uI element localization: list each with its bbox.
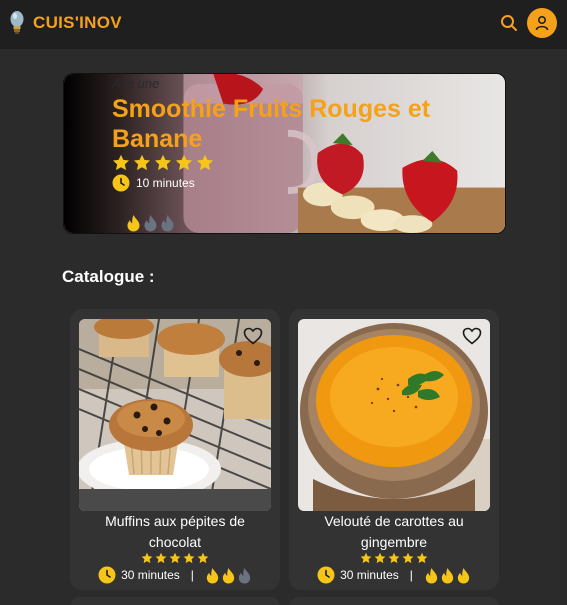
featured-difficulty [126, 214, 175, 232]
featured-title: Smoothie Fruits Rouges et Banane [112, 95, 431, 153]
heart-icon [243, 327, 263, 345]
meta-separator: | [190, 568, 194, 582]
carrot-soup-photo [298, 319, 490, 511]
recipe-title: Muffins aux pépites de chocolat [105, 513, 245, 550]
brand-name: CUIS'INOV [33, 13, 122, 32]
favorite-button[interactable] [243, 327, 263, 345]
star-icon [154, 154, 172, 171]
recipe-time: 30 minutes [121, 568, 180, 582]
recipe-card[interactable]: Velouté de carottes au gingembre 30 minu… [289, 309, 499, 590]
star-icon [133, 154, 151, 171]
flame-icon [206, 567, 219, 584]
brand[interactable]: CUIS'INOV [9, 10, 122, 36]
top-bar: CUIS'INOV [0, 0, 567, 49]
star-icon [169, 552, 181, 564]
recipe-card[interactable] [289, 597, 499, 605]
star-icon [196, 154, 214, 171]
featured-kicker: A la une [112, 76, 160, 91]
flame-icon [144, 215, 157, 232]
flame-icon [222, 567, 235, 584]
flame-icon [441, 567, 454, 584]
search-icon [501, 15, 517, 31]
recipe-time: 30 minutes [340, 568, 399, 582]
flame-icon [425, 567, 438, 584]
lightbulb-logo-icon [10, 11, 24, 34]
featured-rating [112, 154, 214, 171]
recipe-title: Velouté de carottes au gingembre [324, 513, 464, 550]
star-icon [402, 552, 414, 564]
star-icon [388, 552, 400, 564]
recipe-rating [70, 552, 280, 564]
recipe-meta: 30 minutes | [289, 566, 499, 584]
meta-separator: | [409, 568, 413, 582]
star-icon [416, 552, 428, 564]
recipe-meta: 30 minutes | [70, 566, 280, 584]
star-icon [141, 552, 153, 564]
featured-time-label: 10 minutes [136, 176, 195, 190]
search-button[interactable] [499, 13, 519, 33]
star-icon [175, 154, 193, 171]
flame-icon [238, 567, 251, 584]
clock-icon [317, 566, 335, 584]
favorite-button[interactable] [462, 327, 482, 345]
recipe-image [298, 319, 490, 511]
star-icon [360, 552, 372, 564]
recipe-rating [289, 552, 499, 564]
recipe-card[interactable]: Muffins aux pépites de chocolat 30 minut… [70, 309, 280, 590]
featured-recipe-banner[interactable]: A la une Smoothie Fruits Rouges et Banan… [63, 73, 506, 234]
clock-icon [112, 174, 130, 192]
heart-icon [462, 327, 482, 345]
star-icon [112, 154, 130, 171]
muffins-photo [79, 319, 271, 511]
recipe-difficulty [424, 567, 471, 584]
star-icon [374, 552, 386, 564]
recipe-card[interactable] [70, 597, 280, 605]
account-button[interactable] [527, 8, 557, 38]
clock-icon [98, 566, 116, 584]
featured-time: 10 minutes [112, 174, 195, 192]
user-icon [535, 15, 549, 31]
flame-icon [127, 215, 140, 232]
recipe-image [79, 319, 271, 511]
star-icon [183, 552, 195, 564]
catalogue-title: Catalogue : [62, 267, 155, 286]
star-icon [197, 552, 209, 564]
flame-icon [161, 215, 174, 232]
flame-icon [457, 567, 470, 584]
star-icon [155, 552, 167, 564]
recipe-difficulty [205, 567, 252, 584]
